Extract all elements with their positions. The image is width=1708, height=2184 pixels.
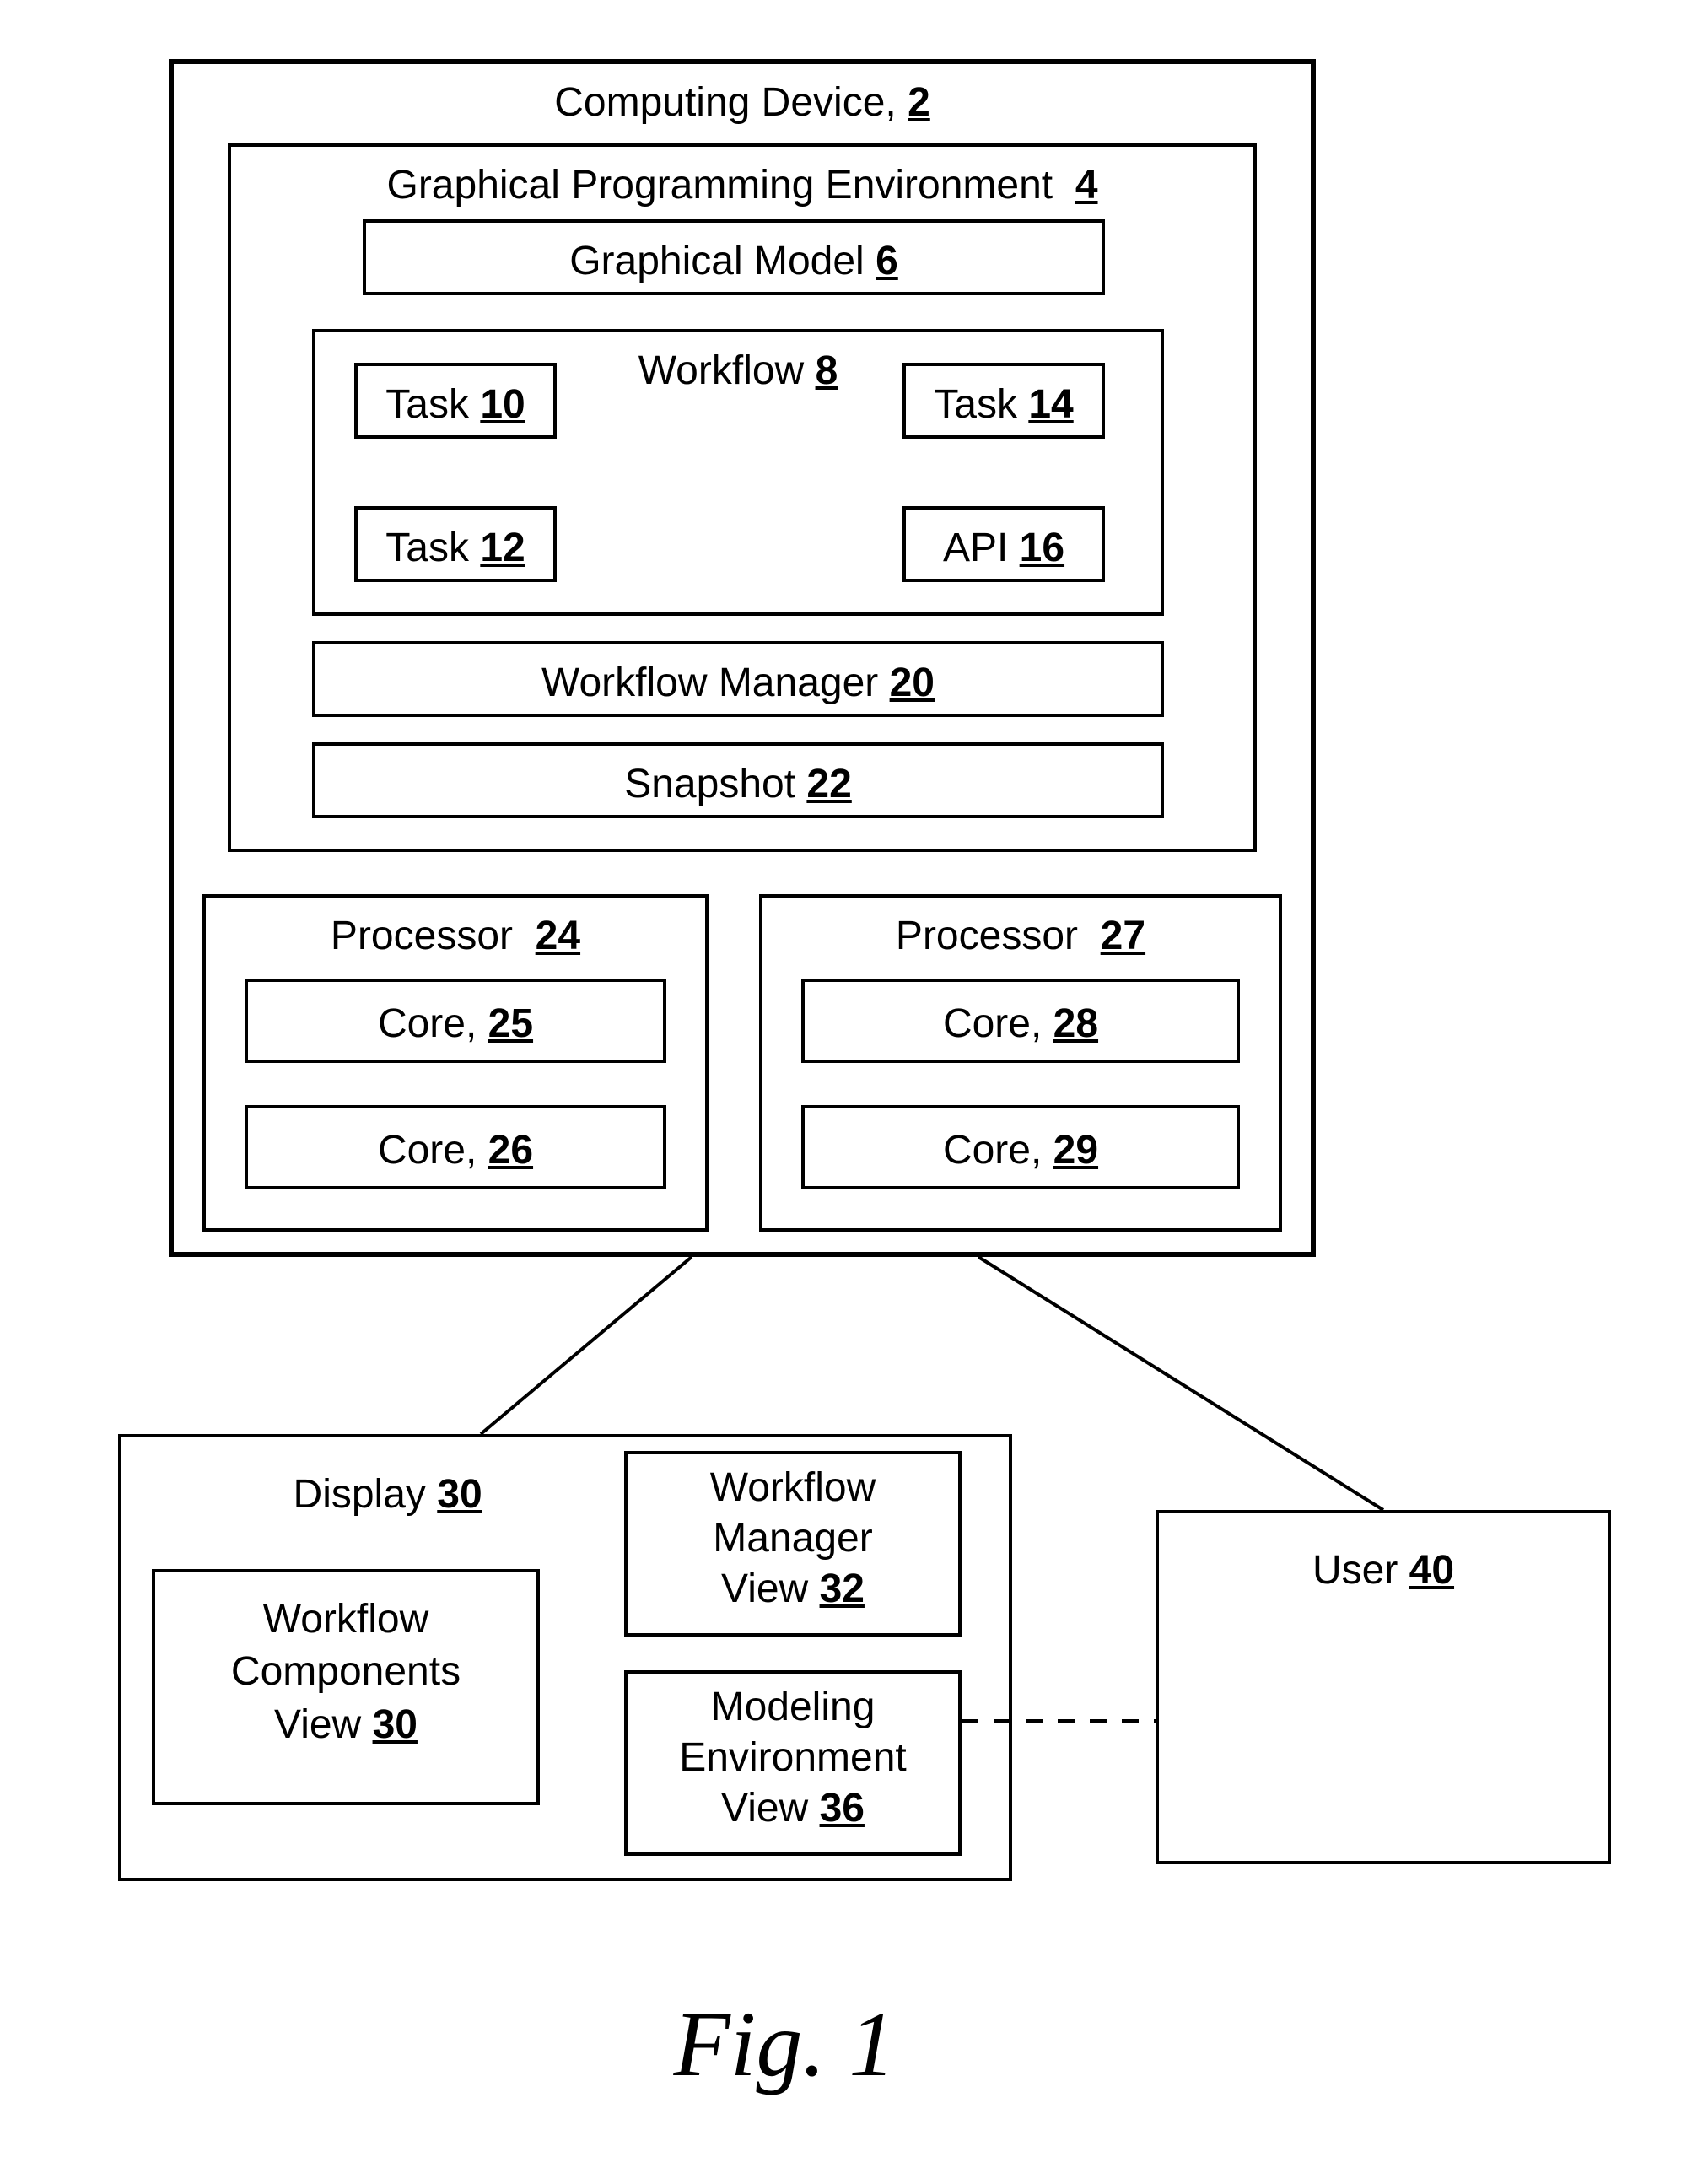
diagram-canvas: Computing Device, 2 Graphical Programmin… bbox=[51, 51, 1657, 2133]
task-12-box: Task 12 bbox=[354, 506, 557, 582]
core-29-box: Core, 29 bbox=[801, 1105, 1240, 1189]
core-26-label: Core, 26 bbox=[248, 1127, 663, 1173]
core-28-label: Core, 28 bbox=[805, 1000, 1237, 1047]
computing-device-label: Computing Device, 2 bbox=[174, 79, 1311, 126]
api-16-label: API 16 bbox=[906, 525, 1102, 571]
graphical-model-label: Graphical Model 6 bbox=[366, 238, 1102, 284]
core-29-label: Core, 29 bbox=[805, 1127, 1237, 1173]
processor-27-label: Processor 27 bbox=[762, 913, 1279, 959]
user-label: User 40 bbox=[1159, 1547, 1608, 1594]
workflow-manager-box: Workflow Manager 20 bbox=[312, 641, 1164, 717]
gpe-label: Graphical Programming Environment 4 bbox=[231, 162, 1253, 208]
wm-view-box: Workflow Manager View 32 bbox=[624, 1451, 962, 1637]
core-28-box: Core, 28 bbox=[801, 979, 1240, 1063]
me-view-box: Modeling Environment View 36 bbox=[624, 1670, 962, 1856]
snapshot-box: Snapshot 22 bbox=[312, 742, 1164, 818]
display-label: Display 30 bbox=[166, 1471, 610, 1518]
figure-caption: Fig. 1 bbox=[574, 1991, 995, 2098]
wc-view-box: Workflow Components View 30 bbox=[152, 1569, 540, 1805]
core-26-box: Core, 26 bbox=[245, 1105, 666, 1189]
core-25-label: Core, 25 bbox=[248, 1000, 663, 1047]
task-14-box: Task 14 bbox=[902, 363, 1105, 439]
task-12-label: Task 12 bbox=[358, 525, 553, 571]
task-14-label: Task 14 bbox=[906, 381, 1102, 428]
user-box: User 40 bbox=[1156, 1510, 1611, 1864]
task-10-label: Task 10 bbox=[358, 381, 553, 428]
api-16-box: API 16 bbox=[902, 506, 1105, 582]
core-25-box: Core, 25 bbox=[245, 979, 666, 1063]
snapshot-label: Snapshot 22 bbox=[315, 761, 1161, 807]
wc-view-label: Workflow Components View 30 bbox=[155, 1594, 536, 1751]
workflow-manager-label: Workflow Manager 20 bbox=[315, 660, 1161, 706]
task-10-box: Task 10 bbox=[354, 363, 557, 439]
processor-24-label: Processor 24 bbox=[206, 913, 705, 959]
graphical-model-box: Graphical Model 6 bbox=[363, 219, 1105, 295]
me-view-label: Modeling Environment View 36 bbox=[628, 1682, 958, 1834]
wm-view-label: Workflow Manager View 32 bbox=[628, 1463, 958, 1615]
